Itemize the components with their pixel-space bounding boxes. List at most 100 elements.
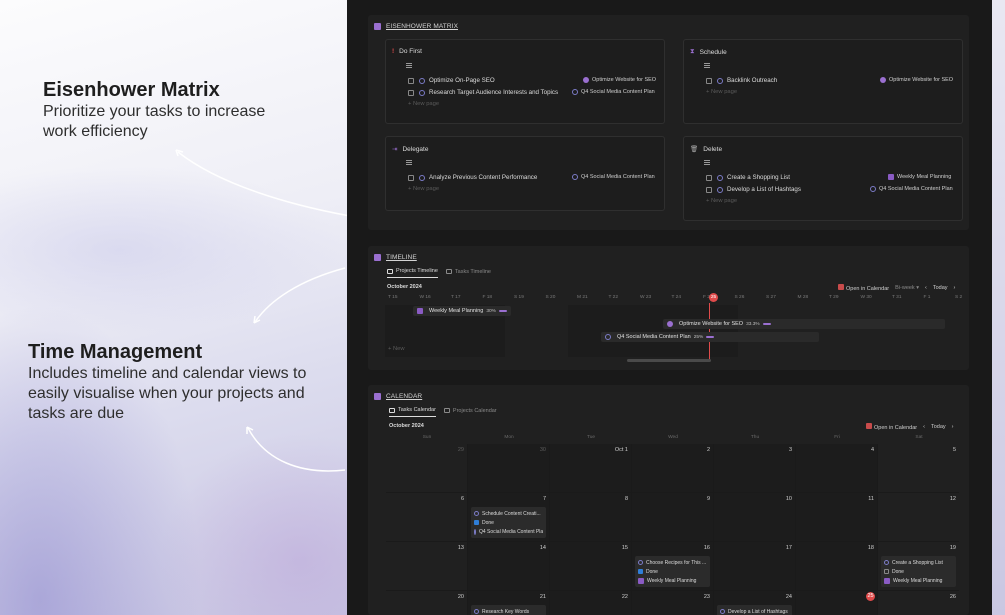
project-link[interactable]: Optimize Website for SEO — [880, 77, 953, 83]
new-page-button[interactable]: + New page — [706, 198, 737, 204]
list-view-icon[interactable] — [406, 63, 412, 68]
calendar-day-cell[interactable]: 24 Develop a List of Hashtags — [714, 591, 795, 615]
task-icon — [474, 511, 479, 516]
section-title[interactable]: EISENHOWER MATRIX — [374, 23, 458, 30]
timeline-bar[interactable]: Weekly Meal Planning 30% — [413, 306, 511, 316]
calendar-day-cell[interactable]: 2 — [632, 444, 713, 492]
calendar-event-card[interactable]: Create a Shopping List Done Weekly Meal Pl… — [881, 556, 956, 587]
calendar-day-cell[interactable]: 23 — [632, 591, 713, 615]
done-checkbox[interactable] — [884, 569, 889, 574]
prev-arrow-icon[interactable]: ‹ — [923, 424, 925, 430]
new-item-button[interactable]: + New — [388, 346, 405, 352]
calendar-day-cell[interactable]: 20 — [386, 591, 467, 615]
feature-title: Time Management — [28, 341, 203, 363]
calendar-day-cell[interactable]: 22 — [550, 591, 631, 615]
calendar-day-cell[interactable]: 18 — [796, 542, 877, 590]
weekday-label: Fri — [834, 435, 840, 440]
quadrant-schedule: ⧗ Schedule Backlink Outreach Optimize Web… — [683, 39, 963, 124]
calendar-day-cell[interactable]: 5 — [878, 444, 959, 492]
tab-projects-calendar[interactable]: Projects Calendar — [443, 407, 497, 417]
calendar-day-cell[interactable]: 19 Create a Shopping List Done Weekly Meal … — [878, 542, 959, 590]
list-view-icon[interactable] — [704, 160, 710, 165]
calendar-day-cell[interactable]: 11 — [796, 493, 877, 541]
checkbox[interactable] — [408, 89, 414, 96]
timeline-bar[interactable]: Optimize Website for SEO 33.3% — [663, 319, 945, 329]
new-page-button[interactable]: + New page — [408, 101, 439, 107]
timeline-day-label: M 28 — [797, 295, 809, 300]
project-link[interactable]: Q4 Social Media Content Plan — [572, 89, 655, 95]
calendar-day-cell[interactable]: 12 — [878, 493, 959, 541]
tab-projects-timeline[interactable]: Projects Timeline — [387, 268, 438, 278]
open-in-calendar-button[interactable]: Open in Calendar — [866, 423, 917, 431]
section-title[interactable]: CALENDAR — [374, 393, 422, 400]
checkbox[interactable] — [408, 77, 414, 84]
list-view-icon[interactable] — [704, 63, 710, 68]
calendar-event-card[interactable]: Choose Recipes for This ... Done Weekly Me… — [635, 556, 710, 587]
calendar-event-card[interactable]: Develop a List of Hashtags — [717, 605, 792, 615]
calendar-day-cell[interactable]: 14 — [468, 542, 549, 590]
timeline-day-label: F 1 — [923, 295, 931, 300]
calendar-day-cell[interactable]: 15 — [550, 542, 631, 590]
task-row[interactable]: Analyze Previous Content Performance — [408, 174, 537, 181]
day-number: 10 — [785, 496, 792, 502]
done-checkbox[interactable] — [474, 520, 479, 525]
checkbox[interactable] — [408, 174, 414, 181]
calendar-day-cell[interactable]: 13 — [386, 542, 467, 590]
new-page-button[interactable]: + New page — [706, 89, 737, 95]
task-row[interactable]: Backlink Outreach — [706, 77, 777, 84]
next-arrow-icon[interactable]: › — [952, 424, 954, 430]
task-row[interactable]: Research Target Audience Interests and T… — [408, 89, 558, 96]
today-button[interactable]: Today — [933, 285, 948, 291]
calendar-day-cell[interactable]: 25 — [796, 591, 877, 615]
project-link[interactable]: Q4 Social Media Content Plan — [870, 186, 953, 192]
calendar-day-cell[interactable]: Oct 1 — [550, 444, 631, 492]
done-checkbox[interactable] — [638, 569, 643, 574]
day-number: 18 — [867, 545, 874, 551]
tab-tasks-timeline[interactable]: Tasks Timeline — [445, 268, 491, 278]
list-view-icon[interactable] — [406, 160, 412, 165]
calendar-day-cell[interactable]: 8 — [550, 493, 631, 541]
calendar-day-cell[interactable]: 6 — [386, 493, 467, 541]
calendar-day-cell[interactable]: 26 — [878, 591, 959, 615]
project-link[interactable]: Weekly Meal Planning — [888, 174, 951, 180]
task-icon — [717, 186, 723, 193]
prev-arrow-icon[interactable]: ‹ — [925, 285, 927, 291]
tab-tasks-calendar[interactable]: Tasks Calendar — [389, 407, 436, 417]
calendar-day-cell[interactable]: 3 — [714, 444, 795, 492]
calendar-day-cell[interactable]: 30 — [468, 444, 549, 492]
section-title[interactable]: TIMELINE — [374, 254, 417, 261]
calendar-day-cell[interactable]: 9 — [632, 493, 713, 541]
calendar-day-cell[interactable]: 29 — [386, 444, 467, 492]
timeline-bar[interactable]: Q4 Social Media Content Plan 25% — [601, 332, 819, 342]
new-page-button[interactable]: + New page — [408, 186, 439, 192]
task-row[interactable]: Optimize On-Page SEO — [408, 77, 495, 84]
project-link[interactable]: Optimize Website for SEO — [583, 77, 656, 83]
checkbox[interactable] — [706, 77, 712, 84]
horizontal-scrollbar[interactable] — [627, 359, 711, 362]
view-selector[interactable]: Bi-week ▾ — [895, 285, 919, 291]
day-number: 13 — [457, 545, 464, 551]
calendar-section: CALENDAR Tasks Calendar Projects Calenda… — [368, 385, 969, 615]
checkbox[interactable] — [706, 186, 712, 193]
calendar-event-card[interactable]: Research Key Words — [471, 605, 546, 615]
calendar-day-cell[interactable]: 10 — [714, 493, 795, 541]
calendar-day-cell[interactable]: 4 — [796, 444, 877, 492]
eisenhower-feature: Eisenhower Matrix Prioritize your tasks … — [43, 79, 303, 142]
calendar-day-cell[interactable]: 21 Research Key Words — [468, 591, 549, 615]
timeline-day-label: T 29 — [829, 295, 839, 300]
grid-icon — [374, 23, 381, 30]
day-number: 3 — [788, 447, 792, 453]
task-icon — [638, 560, 643, 565]
checkbox[interactable] — [706, 174, 712, 181]
calendar-event-card[interactable]: Schedule Content Creati... Done Q4 Social … — [471, 507, 546, 538]
today-button[interactable]: Today — [931, 424, 946, 430]
calendar-day-cell[interactable]: 17 — [714, 542, 795, 590]
calendar-day-cell[interactable]: 7 Schedule Content Creati... Done Q4 Social… — [468, 493, 549, 541]
task-row[interactable]: Create a Shopping List — [706, 174, 790, 181]
task-row[interactable]: Develop a List of Hashtags — [706, 186, 801, 193]
project-link[interactable]: Q4 Social Media Content Plan — [572, 174, 655, 180]
next-arrow-icon[interactable]: › — [954, 285, 956, 291]
calendar-day-cell[interactable]: 16 Choose Recipes for This ... Done Weekly … — [632, 542, 713, 590]
project-icon — [638, 577, 644, 584]
open-in-calendar-button[interactable]: Open in Calendar — [838, 284, 889, 292]
